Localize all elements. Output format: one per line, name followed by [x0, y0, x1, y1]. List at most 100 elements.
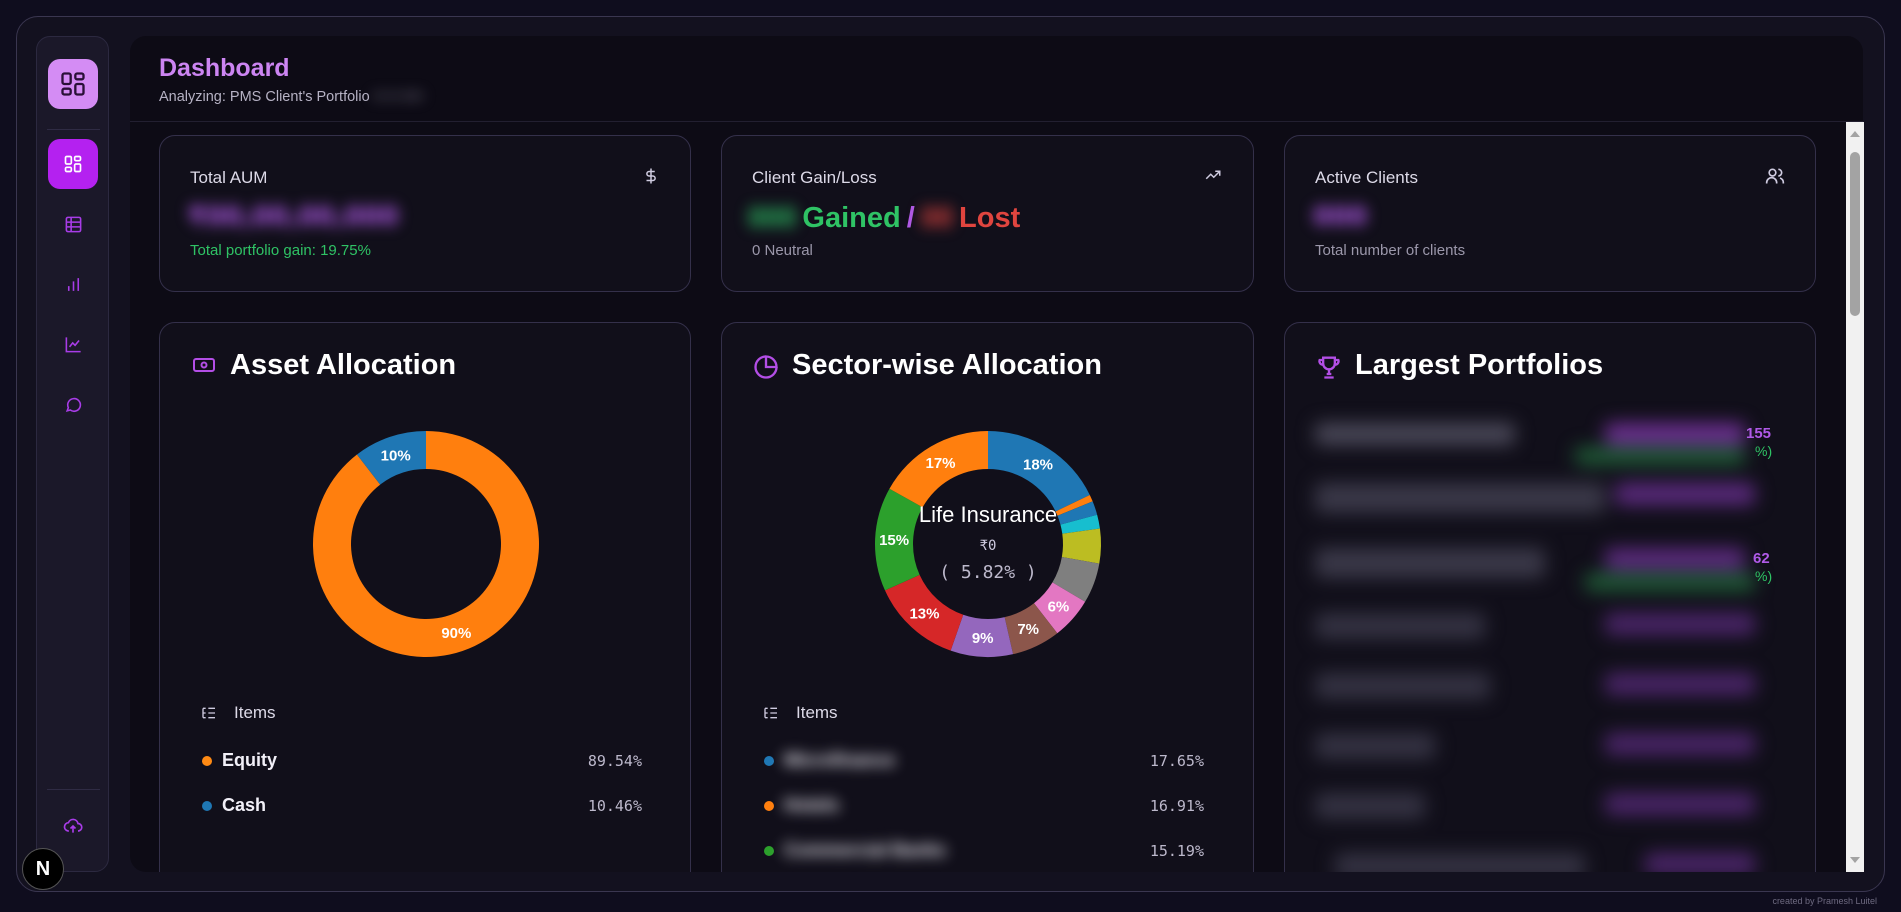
neutral-count: 0 Neutral — [752, 242, 813, 259]
portfolio-value-fragment: 62 — [1753, 550, 1770, 567]
sidebar-item-chat[interactable] — [48, 379, 98, 429]
legend-value: 17.65% — [1149, 751, 1204, 770]
active-clients-title: Active Clients — [1315, 168, 1418, 187]
trending-up-icon — [1203, 166, 1223, 188]
legend-dot-orange — [764, 800, 774, 811]
lost-label: Lost — [959, 202, 1021, 234]
items-label: Items — [234, 703, 276, 722]
dollar-icon — [642, 166, 660, 190]
items-label: Items — [796, 703, 838, 722]
slice-label: 10% — [381, 447, 411, 464]
gained-count: 000 — [748, 202, 797, 234]
items-header: Items — [200, 703, 276, 723]
gain-loss-card: Client Gain/Loss 000 Gained / 00 Lost 0 … — [721, 135, 1254, 292]
portfolio-value-fragment: 155 — [1746, 425, 1772, 442]
sidebar-item-upload[interactable] — [48, 801, 98, 851]
scroll-down-arrow-icon[interactable] — [1846, 852, 1864, 868]
chat-icon — [65, 397, 81, 412]
slice-label: 9% — [972, 630, 994, 647]
sidebar-divider — [47, 789, 100, 790]
legend-value: 16.91% — [1149, 796, 1204, 815]
active-clients-card: Active Clients 000 Total number of clien… — [1284, 135, 1816, 292]
asset-allocation-card: Asset Allocation 90% 10% Items Equity 89.… — [159, 322, 691, 872]
slice-label: 90% — [441, 625, 471, 642]
slice-label: 7% — [1017, 621, 1039, 638]
page-title: Dashboard — [159, 54, 290, 82]
lost-count: 00 — [920, 202, 954, 234]
asset-allocation-chart: 90% 10% — [313, 431, 539, 657]
legend-dot-blue — [202, 800, 212, 811]
legend-row-sector[interactable]: Commercial Banks 15.19% — [764, 840, 1204, 861]
gain-loss-separator: / — [906, 202, 915, 234]
center-label: Life Insurance — [919, 502, 1057, 527]
list-tree-icon — [764, 707, 777, 719]
legend-dot-orange — [202, 755, 212, 766]
legend-row-sector[interactable]: Microfinance 17.65% — [764, 750, 1204, 771]
table-icon — [65, 216, 81, 232]
gain-loss-summary: 000 Gained / 00 Lost — [748, 202, 1020, 235]
sector-allocation-chart: 18% 6% 7% 9% 13% 15% 17% Life Insurance ₹0 ( 5.82… — [875, 431, 1101, 657]
legend-label: Hotels — [784, 795, 840, 815]
scrollbar[interactable] — [1846, 122, 1864, 872]
upload-cloud-icon — [63, 818, 83, 833]
legend-dot-blue — [764, 755, 774, 766]
app-logo[interactable] — [48, 59, 98, 109]
portfolio-gain-fragment: %) — [1755, 443, 1773, 459]
legend-value: 15.19% — [1149, 841, 1204, 860]
total-aum-value: ₹00,00,00,000 — [188, 202, 399, 232]
legend-row-sector[interactable]: Hotels 16.91% — [764, 795, 1204, 816]
items-header: Items — [762, 703, 838, 723]
next-dev-badge[interactable]: N — [22, 848, 64, 890]
sidebar-divider — [47, 129, 100, 130]
scroll-up-arrow-icon[interactable] — [1846, 126, 1864, 142]
list-tree-icon — [202, 707, 215, 719]
dashboard-icon — [61, 72, 85, 96]
sector-allocation-card: Sector-wise Allocation 18% 6% 7% 9% 13% 15% 17… — [721, 322, 1254, 872]
sidebar-item-dashboard[interactable] — [48, 139, 98, 189]
legend-label: Microfinance — [784, 750, 896, 770]
page-subtitle: Analyzing: PMS Client's Portfolio •• •• … — [159, 89, 422, 105]
legend-row-cash[interactable]: Cash 10.46% — [202, 795, 642, 816]
total-aum-card: Total AUM ₹00,00,00,000 Total portfolio … — [159, 135, 691, 292]
credit-text: created by Pramesh Luitel — [1772, 896, 1877, 906]
dashboard-icon — [64, 155, 82, 173]
slice-label: 15% — [879, 532, 909, 549]
sidebar-item-bar-chart[interactable] — [48, 259, 98, 309]
center-percent: ( 5.82% ) — [939, 562, 1037, 583]
gained-label: Gained — [802, 202, 901, 234]
largest-portfolios-card: Largest Portfolios 155 %) 62 %) — [1284, 322, 1816, 872]
legend-label: Cash — [222, 795, 267, 815]
portfolio-list-redacted — [1315, 423, 1795, 872]
legend-label: Equity — [222, 750, 278, 770]
main-content: Dashboard Analyzing: PMS Client's Portfo… — [130, 36, 1863, 872]
slice-label: 6% — [1048, 599, 1070, 616]
slice-label: 18% — [1023, 457, 1053, 474]
total-aum-gain: Total portfolio gain: 19.75% — [190, 242, 371, 259]
center-value: ₹0 — [980, 538, 997, 554]
active-clients-sub: Total number of clients — [1315, 242, 1466, 259]
scroll-thumb[interactable] — [1850, 152, 1860, 316]
line-chart-icon — [65, 336, 81, 352]
slice-label: 13% — [909, 606, 939, 623]
legend-value: 10.46% — [587, 796, 642, 815]
portfolio-gain-fragment: %) — [1755, 568, 1773, 584]
active-clients-value: 000 — [1313, 202, 1368, 232]
legend-value: 89.54% — [587, 751, 642, 770]
sector-allocation-title: Sector-wise Allocation — [792, 349, 1102, 381]
banknote-icon — [190, 353, 218, 381]
slice-label: 17% — [925, 455, 955, 472]
sidebar — [36, 36, 109, 872]
trophy-icon — [1315, 353, 1343, 385]
sidebar-item-line-chart[interactable] — [48, 319, 98, 369]
sidebar-item-table[interactable] — [48, 199, 98, 249]
gain-loss-title: Client Gain/Loss — [752, 168, 877, 187]
header: Dashboard Analyzing: PMS Client's Portfo… — [130, 36, 1863, 122]
legend-label: Commercial Banks — [784, 840, 947, 860]
legend-dot-green — [764, 845, 774, 856]
bar-chart-icon — [67, 277, 79, 291]
pie-chart-icon — [752, 353, 780, 385]
subtitle-text: Analyzing: PMS Client's Portfolio — [159, 89, 370, 105]
legend-row-equity[interactable]: Equity 89.54% — [202, 750, 642, 771]
asset-allocation-title: Asset Allocation — [230, 349, 457, 381]
users-icon — [1765, 166, 1785, 190]
